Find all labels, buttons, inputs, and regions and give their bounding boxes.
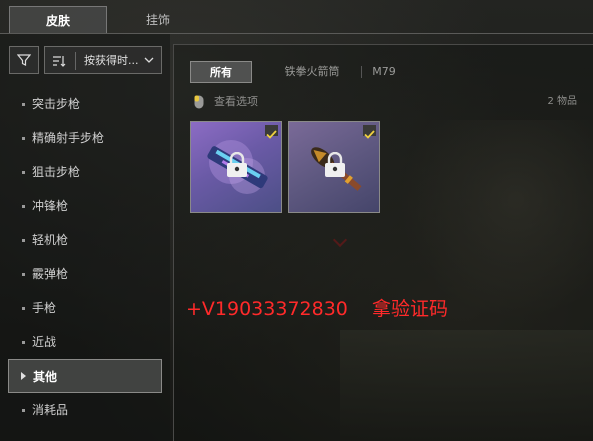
item-card[interactable] <box>190 121 282 213</box>
view-options-hint[interactable]: 查看选项 <box>194 94 258 110</box>
sort-dropdown[interactable]: 按获得时... <box>44 46 162 74</box>
sidebar-item-consumables[interactable]: 消耗品 <box>8 393 162 427</box>
lock-icon <box>325 152 345 177</box>
watermark-overlay-text: +V19033372830 拿验证码 <box>186 298 449 320</box>
category-list: 突击步枪 精确射手步枪 狙击步枪 冲锋枪 轻机枪 霰弹枪 手枪 近战 其他 消耗… <box>8 87 162 427</box>
category-label: 霰弹枪 <box>32 267 69 281</box>
category-label: 其他 <box>33 370 58 384</box>
sidebar: 按获得时... 突击步枪 精确射手步枪 狙击步枪 冲锋枪 轻机枪 霰弹枪 手枪 … <box>0 34 170 441</box>
bullet-icon <box>22 307 25 310</box>
sidebar-item-dmr[interactable]: 精确射手步枪 <box>8 121 162 155</box>
sort-icon <box>53 56 66 67</box>
lock-icon <box>227 152 247 177</box>
tab-accessories[interactable]: 挂饰 <box>118 6 198 34</box>
view-options-label: 查看选项 <box>214 95 258 108</box>
sidebar-item-assault-rifle[interactable]: 突击步枪 <box>8 87 162 121</box>
caret-right-icon <box>21 372 26 380</box>
bullet-icon <box>22 341 25 344</box>
sort-separator <box>75 52 76 70</box>
category-label: 突击步枪 <box>32 97 81 111</box>
tab-skins[interactable]: 皮肤 <box>9 6 107 34</box>
category-label: 消耗品 <box>32 403 69 417</box>
subtab-separator <box>361 66 362 78</box>
check-icon <box>364 130 375 139</box>
item-count: 2 物品 <box>547 96 577 107</box>
check-icon <box>266 130 277 139</box>
subtab-panzerfaust[interactable]: 铁拳火箭筒 <box>266 61 358 83</box>
filter-icon <box>17 54 31 66</box>
sidebar-item-other[interactable]: 其他 <box>8 359 162 393</box>
subtab-all[interactable]: 所有 <box>190 61 252 83</box>
filter-button[interactable] <box>9 46 39 74</box>
category-label: 冲锋枪 <box>32 199 69 213</box>
sidebar-item-smg[interactable]: 冲锋枪 <box>8 189 162 223</box>
bullet-icon <box>22 273 25 276</box>
top-tab-bar: 皮肤 挂饰 <box>0 0 593 34</box>
sidebar-item-sniper-rifle[interactable]: 狙击步枪 <box>8 155 162 189</box>
bullet-icon <box>22 103 25 106</box>
sort-label: 按获得时... <box>84 54 139 67</box>
subtab-m79[interactable]: M79 <box>364 61 404 83</box>
checkbox[interactable] <box>363 125 376 139</box>
mouse-icon <box>194 95 204 109</box>
chevron-down-icon <box>144 57 154 63</box>
category-label: 手枪 <box>32 301 57 315</box>
sidebar-item-pistol[interactable]: 手枪 <box>8 291 162 325</box>
sidebar-item-melee[interactable]: 近战 <box>8 325 162 359</box>
category-label: 精确射手步枪 <box>32 131 105 145</box>
bullet-icon <box>22 137 25 140</box>
item-card[interactable] <box>288 121 380 213</box>
category-label: 狙击步枪 <box>32 165 81 179</box>
bullet-icon <box>22 409 25 412</box>
sidebar-item-lmg[interactable]: 轻机枪 <box>8 223 162 257</box>
item-panel: 所有 铁拳火箭筒 M79 查看选项 2 物品 <box>173 44 593 441</box>
category-label: 轻机枪 <box>32 233 69 247</box>
category-label: 近战 <box>32 335 57 349</box>
sidebar-item-shotgun[interactable]: 霰弹枪 <box>8 257 162 291</box>
bullet-icon <box>22 205 25 208</box>
bullet-icon <box>22 171 25 174</box>
checkbox[interactable] <box>265 125 278 139</box>
bullet-icon <box>22 239 25 242</box>
